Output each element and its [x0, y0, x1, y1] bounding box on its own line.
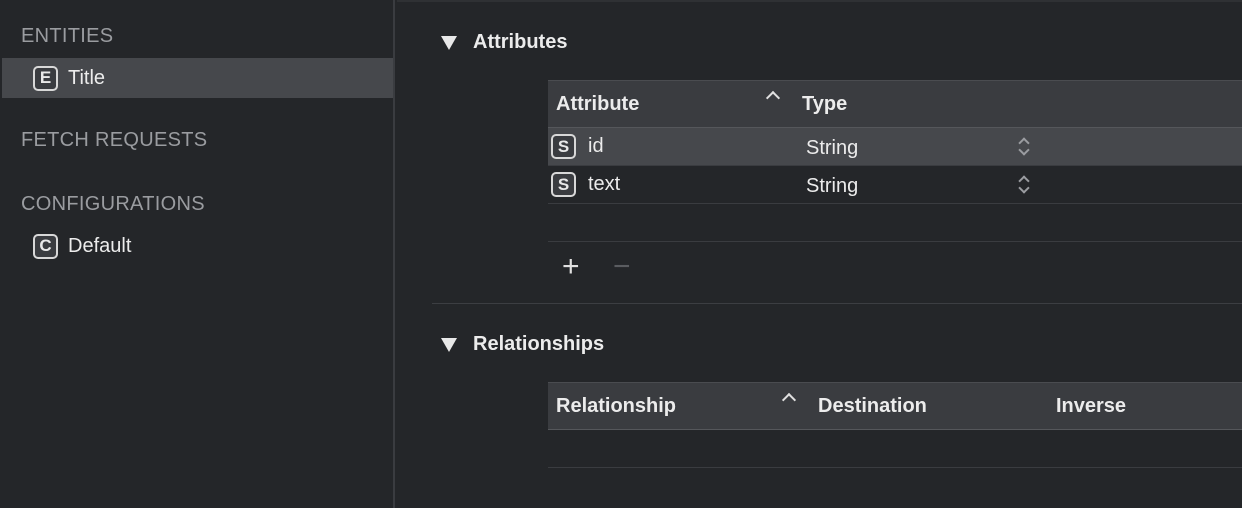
- type-stepper-icon[interactable]: [1018, 136, 1030, 158]
- string-type-badge-icon: S: [551, 134, 576, 159]
- column-type[interactable]: Type: [802, 93, 847, 116]
- configurations-header: CONFIGURATIONS: [21, 193, 205, 215]
- fetch-requests-header: FETCH REQUESTS: [21, 129, 208, 151]
- string-type-badge-icon: S: [551, 172, 576, 197]
- relationships-title: Relationships: [473, 333, 605, 355]
- add-attribute-button[interactable]: +: [562, 250, 580, 284]
- section-divider: [432, 303, 1242, 304]
- configuration-item-default[interactable]: C Default: [2, 226, 393, 266]
- entity-editor: Attributes Attribute Type S id String S …: [397, 2, 1242, 508]
- configuration-badge-icon: C: [33, 233, 58, 259]
- attribute-row[interactable]: S text String: [548, 166, 1242, 204]
- type-stepper-icon[interactable]: [1018, 174, 1030, 196]
- disclosure-triangle-icon[interactable]: [441, 337, 457, 352]
- sort-ascending-icon[interactable]: [765, 90, 781, 106]
- relationships-table: Relationship Destination Inverse: [548, 382, 1242, 468]
- attributes-disclosure[interactable]: Attributes: [441, 31, 567, 54]
- sort-ascending-icon[interactable]: [781, 392, 797, 408]
- entity-label: Title: [68, 66, 106, 89]
- attribute-name[interactable]: id: [588, 135, 604, 158]
- sidebar: ENTITIES E Title FETCH REQUESTS CONFIGUR…: [0, 0, 395, 508]
- empty-row: [548, 430, 1242, 468]
- entities-header: ENTITIES: [21, 25, 114, 47]
- disclosure-triangle-icon[interactable]: [441, 35, 457, 50]
- column-inverse[interactable]: Inverse: [1056, 395, 1126, 418]
- entity-badge-icon: E: [33, 65, 58, 91]
- attributes-table: Attribute Type S id String S text String: [548, 80, 1242, 242]
- attributes-title: Attributes: [473, 31, 568, 53]
- attributes-table-header: Attribute Type: [548, 80, 1242, 128]
- attribute-row[interactable]: S id String: [548, 128, 1242, 166]
- column-destination[interactable]: Destination: [818, 395, 927, 418]
- configuration-label: Default: [68, 234, 132, 257]
- empty-row: [548, 204, 1242, 242]
- attribute-type[interactable]: String: [806, 175, 858, 198]
- relationships-table-header: Relationship Destination Inverse: [548, 382, 1242, 430]
- entity-item-title[interactable]: E Title: [2, 58, 393, 98]
- remove-attribute-button[interactable]: −: [613, 250, 631, 284]
- relationships-disclosure[interactable]: Relationships: [441, 333, 604, 356]
- attribute-type[interactable]: String: [806, 137, 858, 160]
- attribute-name[interactable]: text: [588, 173, 620, 196]
- column-attribute[interactable]: Attribute: [556, 93, 639, 116]
- column-relationship[interactable]: Relationship: [556, 395, 676, 418]
